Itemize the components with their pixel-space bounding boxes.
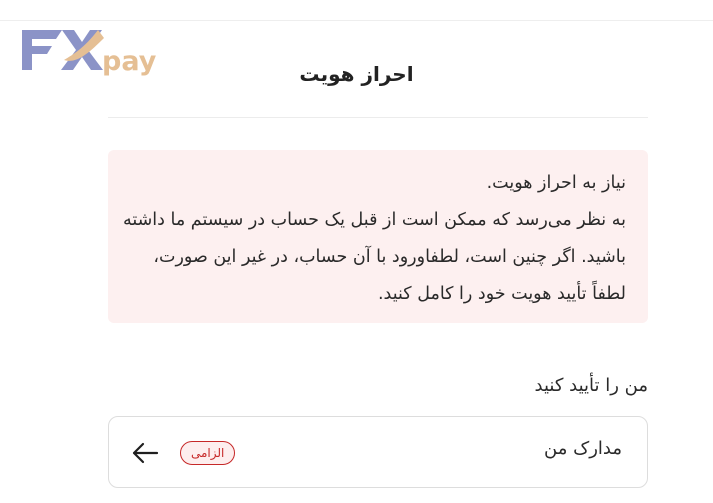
alert-message: به نظر می‌رسد که ممکن است از قبل یک حساب…	[122, 210, 626, 304]
header-divider	[108, 117, 648, 118]
top-divider	[0, 20, 713, 21]
verification-alert: نیاز به احراز هویت. به نظر می‌رسد که ممک…	[108, 150, 648, 323]
verify-me-label: من را تأیید کنید	[534, 375, 648, 396]
arrow-left-icon[interactable]	[131, 441, 159, 465]
page: pay احراز هویت نیاز به احراز هویت. به نظ…	[0, 0, 713, 503]
my-documents-row[interactable]: مدارک من الزامی	[108, 416, 648, 488]
my-documents-label: مدارک من	[544, 438, 622, 459]
required-badge: الزامی	[180, 441, 236, 465]
page-title: احراز هویت	[299, 62, 414, 86]
alert-title: نیاز به احراز هویت.	[486, 173, 626, 193]
